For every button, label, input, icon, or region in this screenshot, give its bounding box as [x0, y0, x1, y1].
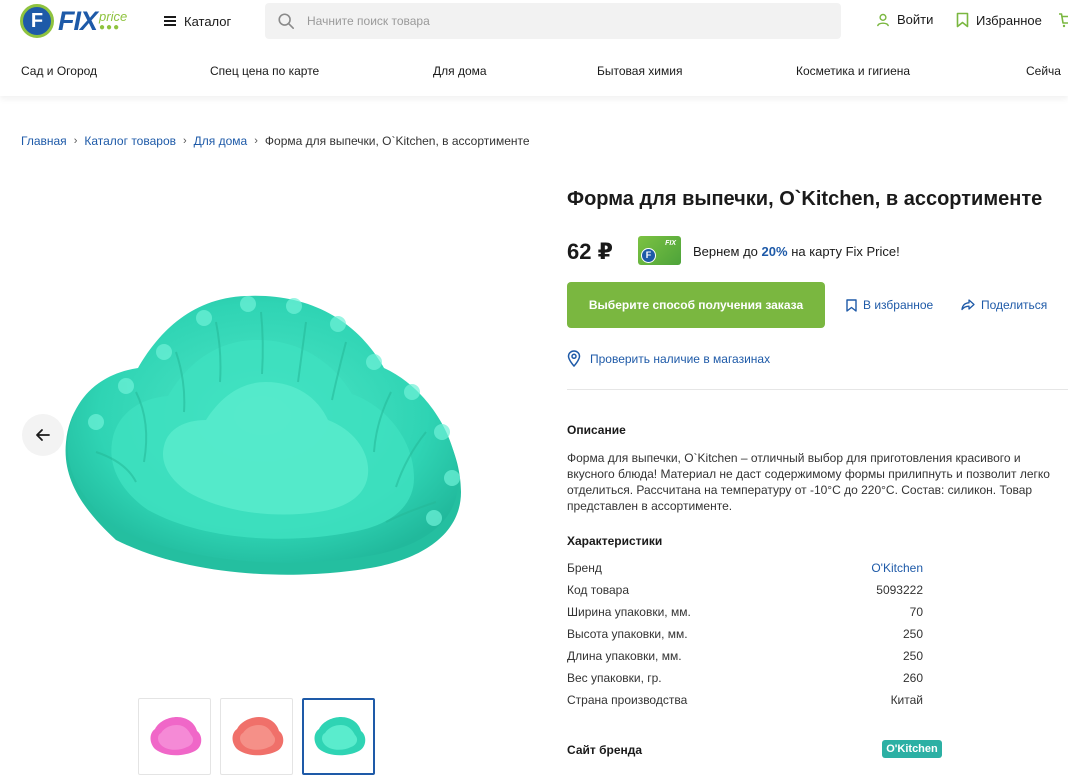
thumbnail-list — [138, 698, 384, 775]
thumbnail-image — [150, 716, 201, 755]
breadcrumb-current: Форма для выпечки, O`Kitchen, в ассортим… — [264, 134, 530, 148]
nav-item-cosmetics[interactable]: Косметика и гигиена — [796, 64, 910, 78]
nav-item-household-chemicals[interactable]: Бытовая химия — [597, 64, 682, 78]
fix-price-logo[interactable]: F FIX price ●●● — [20, 4, 148, 38]
spec-value: 250 — [902, 649, 923, 663]
specs-table: Бренд O'Kitchen Код товара 5093222 Ширин… — [567, 557, 923, 711]
share-label: Поделиться — [981, 298, 1048, 312]
spec-value: 5093222 — [876, 583, 923, 597]
product-title: Форма для выпечки, O`Kitchen, в ассортим… — [567, 188, 1043, 210]
menu-icon — [164, 16, 176, 26]
logo-sub: price ●●● — [99, 10, 127, 33]
product-price: 62 ₽ — [567, 239, 613, 264]
check-availability-link[interactable]: Проверить наличие в магазинах — [567, 350, 770, 367]
login-label: Войти — [897, 12, 934, 27]
brand-site-heading: Сайт бренда — [567, 743, 643, 757]
description-heading: Описание — [567, 423, 626, 437]
spec-value: 260 — [902, 671, 923, 685]
spec-key: Страна производства — [567, 693, 688, 707]
description-text: Форма для выпечки, O`Kitchen – отличный … — [567, 451, 1050, 513]
add-to-favorites-link[interactable]: В избранное — [846, 298, 933, 312]
spec-key: Ширина упаковки, мм. — [567, 605, 691, 619]
thumbnail-teal[interactable] — [302, 698, 375, 775]
check-availability-label: Проверить наличие в магазинах — [590, 351, 771, 366]
location-pin-icon — [567, 350, 581, 367]
logo-circle-icon: F — [20, 4, 54, 38]
thumbnail-pink[interactable] — [138, 698, 211, 775]
spec-key: Бренд — [567, 561, 602, 575]
cashback-suffix: на карту Fix Price! — [791, 244, 900, 259]
user-icon — [877, 13, 889, 26]
thumbnail-image — [314, 716, 365, 755]
product-image — [65, 295, 461, 575]
breadcrumb-separator: › — [254, 135, 258, 147]
breadcrumb-catalog[interactable]: Каталог товаров — [84, 134, 176, 148]
share-icon — [961, 299, 975, 311]
brand-site-logo-link[interactable]: O'Kitchen — [882, 740, 942, 758]
arrow-left-icon — [36, 429, 50, 441]
spec-row-code: Код товара 5093222 — [567, 579, 923, 601]
spec-row-country: Страна производства Китай — [567, 689, 923, 711]
spec-value: 250 — [902, 627, 923, 641]
spec-row-length: Длина упаковки, мм. 250 — [567, 645, 923, 667]
spec-key: Код товара — [567, 583, 630, 597]
thumbnail-red[interactable] — [220, 698, 293, 775]
cashback-text: Вернем до 20% на карту Fix Price! — [693, 244, 900, 259]
spec-value: 70 — [909, 605, 923, 619]
nav-item-home[interactable]: Для дома — [433, 64, 487, 78]
breadcrumb-separator: › — [183, 135, 187, 147]
search-icon — [278, 13, 295, 30]
favorites-label: Избранное — [976, 12, 1042, 28]
catalog-label: Каталог — [184, 13, 232, 29]
cashback-percent: 20% — [761, 244, 788, 259]
logo-dots: ●●● — [99, 21, 121, 33]
thumbnail-image — [232, 716, 283, 755]
nav-item-garden[interactable]: Сад и Огород — [21, 64, 97, 78]
add-to-favorites-label: В избранное — [863, 298, 934, 312]
category-nav: Сад и Огород Спец цена по карте Для дома… — [0, 64, 1068, 84]
spec-row-weight: Вес упаковки, гр. 260 — [567, 667, 923, 689]
spec-value: Китай — [890, 693, 923, 707]
choose-delivery-button[interactable]: Выберите способ получения заказа — [567, 282, 825, 328]
card-logo-letter: F — [641, 248, 656, 263]
breadcrumb: Главная › Каталог товаров › Для дома › Ф… — [21, 134, 530, 148]
cart-link[interactable] — [1058, 12, 1068, 28]
spec-value-brand-link[interactable]: O'Kitchen — [871, 561, 923, 575]
bookmark-icon — [956, 12, 969, 28]
site-header: F FIX price ●●● Каталог Войти Избранное — [0, 0, 1068, 96]
specs-heading: Характеристики — [567, 534, 663, 548]
spec-row-height: Высота упаковки, мм. 250 — [567, 623, 923, 645]
nav-item-card-price[interactable]: Спец цена по карте — [210, 64, 319, 78]
spec-row-brand: Бренд O'Kitchen — [567, 557, 923, 579]
spec-key: Вес упаковки, гр. — [567, 671, 662, 685]
spec-row-width: Ширина упаковки, мм. 70 — [567, 601, 923, 623]
favorites-link[interactable]: Избранное — [956, 12, 1042, 28]
bookmark-icon — [846, 298, 857, 312]
divider — [567, 389, 1068, 390]
fix-price-card-icon: FIX F — [638, 236, 681, 265]
breadcrumb-home-goods[interactable]: Для дома — [194, 134, 248, 148]
share-link[interactable]: Поделиться — [961, 298, 1047, 312]
spec-key: Высота упаковки, мм. — [567, 627, 688, 641]
nav-item-now[interactable]: Сейча — [1026, 64, 1061, 78]
search-input[interactable] — [307, 14, 807, 28]
catalog-button[interactable]: Каталог — [164, 10, 231, 32]
login-link[interactable]: Войти — [876, 12, 933, 27]
logo-price-text: price — [99, 8, 128, 24]
breadcrumb-home[interactable]: Главная — [21, 134, 67, 148]
cart-icon — [1059, 13, 1068, 28]
card-brand-text: FIX — [665, 240, 676, 247]
spec-key: Длина упаковки, мм. — [567, 649, 682, 663]
search-bar[interactable] — [265, 3, 841, 39]
logo-text: FIX — [58, 5, 98, 36]
breadcrumb-separator: › — [73, 135, 78, 147]
cashback-prefix: Вернем до — [693, 244, 758, 259]
